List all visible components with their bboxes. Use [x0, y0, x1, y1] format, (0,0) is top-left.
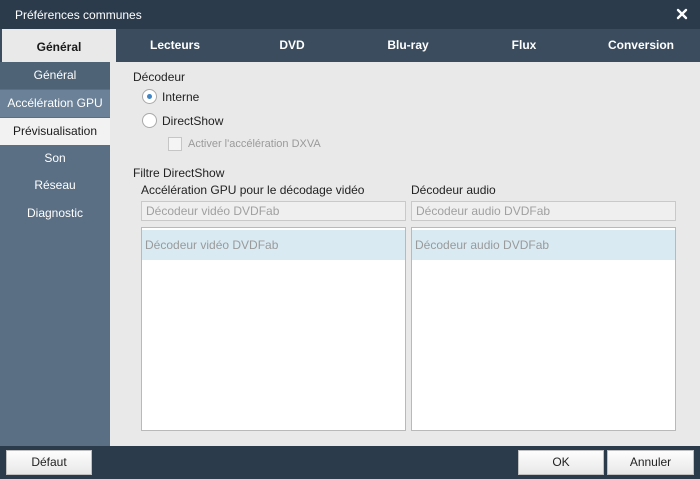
tab-flux[interactable]: Flux — [466, 29, 582, 62]
preferences-window: Préférences communes Général Lecteurs DV… — [0, 0, 700, 479]
decoder-internal-radio[interactable] — [142, 89, 157, 104]
ok-button[interactable]: OK — [518, 450, 604, 475]
settings-panel: Décodeur Interne DirectShow Activer l'ac… — [110, 62, 700, 446]
video-decoder-list[interactable]: Décodeur vidéo DVDFab — [141, 227, 406, 431]
tab-general[interactable]: Général — [2, 29, 116, 62]
footer-bar: Défaut OK Annuler — [0, 446, 700, 479]
default-button[interactable]: Défaut — [6, 450, 92, 475]
decoder-directshow-radio[interactable] — [142, 113, 157, 128]
decoder-heading: Décodeur — [133, 70, 186, 84]
tab-conversion[interactable]: Conversion — [582, 29, 700, 62]
dxva-checkbox[interactable] — [168, 137, 182, 151]
decoder-directshow-label: DirectShow — [162, 114, 224, 128]
sidebar-item-general[interactable]: Général — [0, 62, 110, 89]
audio-decoder-field[interactable]: Décodeur audio DVDFab — [411, 201, 676, 221]
tab-bar: Général Lecteurs DVD Blu-ray Flux Conver… — [0, 29, 700, 62]
window-title: Préférences communes — [15, 8, 142, 22]
sidebar: Général Accélération GPU Prévisualisatio… — [0, 62, 110, 446]
audio-decoder-label: Décodeur audio — [411, 183, 496, 197]
sidebar-item-gpu-acceleration[interactable]: Accélération GPU — [0, 90, 110, 117]
list-item[interactable]: Décodeur vidéo DVDFab — [142, 230, 405, 260]
cancel-button[interactable]: Annuler — [607, 450, 694, 475]
sidebar-item-diagnostic[interactable]: Diagnostic — [0, 200, 110, 227]
tab-bluray[interactable]: Blu-ray — [350, 29, 466, 62]
video-decoder-field[interactable]: Décodeur vidéo DVDFab — [141, 201, 406, 221]
decoder-internal-label: Interne — [162, 90, 200, 104]
tab-dvd[interactable]: DVD — [234, 29, 350, 62]
close-icon[interactable] — [674, 6, 690, 22]
sidebar-item-sound[interactable]: Son — [0, 145, 110, 172]
tab-lecteurs[interactable]: Lecteurs — [118, 29, 232, 62]
list-item[interactable]: Décodeur audio DVDFab — [412, 230, 675, 260]
sidebar-item-preview[interactable]: Prévisualisation — [0, 118, 110, 145]
title-bar: Préférences communes — [0, 0, 700, 29]
sidebar-item-network[interactable]: Réseau — [0, 172, 110, 199]
dxva-label: Activer l'accélération DXVA — [188, 138, 321, 150]
video-decoder-label: Accélération GPU pour le décodage vidéo — [141, 183, 365, 197]
directshow-heading: Filtre DirectShow — [133, 166, 225, 180]
audio-decoder-list[interactable]: Décodeur audio DVDFab — [411, 227, 676, 431]
